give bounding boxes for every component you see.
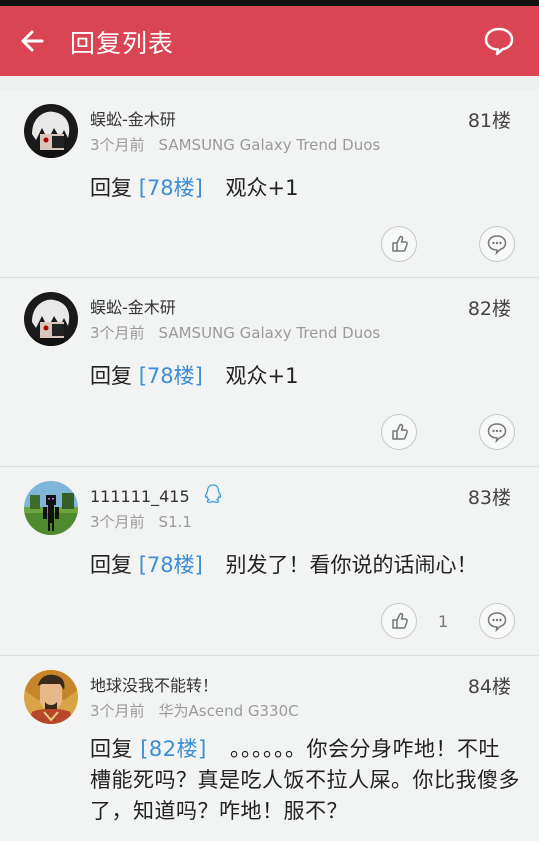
reply-item: 111111_415 83楼 3个月前 S1.1 回复 [78楼] 别发了！看你说…	[0, 467, 539, 656]
page-title: 回复列表	[70, 29, 175, 58]
username[interactable]: 蜈蚣-金木研	[90, 106, 176, 130]
back-arrow-icon[interactable]	[18, 26, 48, 56]
reply-time: 3个月前	[90, 136, 145, 154]
like-count: 1	[438, 612, 449, 631]
reply-meta: 3个月前 SAMSUNG Galaxy Trend Duos	[90, 134, 380, 155]
reply-prefix: 回复	[90, 176, 132, 200]
minecraft-avatar-icon	[24, 481, 78, 535]
thumbs-up-icon	[392, 423, 408, 440]
comment-button[interactable]	[479, 603, 515, 639]
device-name: S1.1	[158, 513, 192, 531]
device-name: SAMSUNG Galaxy Trend Duos	[158, 136, 381, 154]
floor-number: 81楼	[467, 110, 511, 132]
warrior-avatar-icon	[24, 670, 78, 724]
reply-text: 观众+1	[225, 364, 299, 388]
reply-content: 回复 [78楼] 观众+1	[90, 360, 519, 392]
floor-number: 82楼	[467, 298, 511, 320]
reply-reference-link[interactable]: [82楼]	[140, 737, 207, 761]
reply-actions	[381, 414, 515, 450]
reply-item: 蜈蚣-金木研 81楼 3个月前 SAMSUNG Galaxy Trend Duos…	[0, 90, 539, 278]
avatar[interactable]	[24, 670, 78, 724]
reply-content: 回复 [78楼] 观众+1	[90, 172, 519, 204]
reply-reference-link[interactable]: [78楼]	[139, 176, 203, 200]
avatar[interactable]	[24, 481, 78, 535]
reply-text: 观众+1	[225, 176, 299, 200]
reply-meta: 3个月前 华为Ascend G330C	[90, 700, 299, 721]
reply-prefix: 回复	[90, 737, 133, 761]
like-button[interactable]	[381, 603, 417, 639]
reply-actions: 1	[381, 603, 515, 639]
reply-prefix: 回复	[90, 364, 132, 388]
comment-bubble-icon	[487, 423, 507, 444]
reply-meta: 3个月前 SAMSUNG Galaxy Trend Duos	[90, 322, 380, 343]
reply-item: 蜈蚣-金木研 82楼 3个月前 SAMSUNG Galaxy Trend Duos…	[0, 278, 539, 467]
comment-bubble-icon	[487, 235, 507, 256]
avatar[interactable]	[24, 104, 78, 158]
comment-button[interactable]	[479, 414, 515, 450]
reply-list: 蜈蚣-金木研 81楼 3个月前 SAMSUNG Galaxy Trend Duos…	[0, 90, 539, 841]
thumbs-up-icon	[392, 235, 408, 252]
reply-reference-link[interactable]: [78楼]	[139, 553, 203, 577]
reply-actions	[381, 226, 515, 262]
device-name: 华为Ascend G330C	[158, 702, 299, 720]
comment-bubble-icon[interactable]	[483, 26, 515, 56]
reply-text: 别发了！看你说的话闹心！	[225, 553, 478, 577]
username-text: 111111_415	[90, 487, 190, 506]
username[interactable]: 111111_415	[90, 483, 223, 506]
username[interactable]: 地球没我不能转！	[90, 672, 218, 696]
comment-button[interactable]	[479, 226, 515, 262]
reply-prefix: 回复	[90, 553, 132, 577]
like-button[interactable]	[381, 226, 417, 262]
kaneki-avatar-icon	[24, 104, 78, 158]
app-header: 回复列表	[0, 6, 539, 76]
floor-number: 84楼	[467, 676, 511, 698]
avatar[interactable]	[24, 292, 78, 346]
reply-content: 回复 [82楼] 。。。。。。你会分身咋地！不吐槽能死吗？真是吃人饭不拉人屎。你…	[90, 734, 521, 827]
thumbs-up-icon	[392, 612, 408, 629]
reply-meta: 3个月前 S1.1	[90, 511, 192, 532]
kaneki-avatar-icon	[24, 292, 78, 346]
reply-content: 回复 [78楼] 别发了！看你说的话闹心！	[90, 549, 519, 581]
reply-time: 3个月前	[90, 702, 145, 720]
comment-bubble-icon	[487, 612, 507, 633]
reply-reference-link[interactable]: [78楼]	[139, 364, 203, 388]
username[interactable]: 蜈蚣-金木研	[90, 294, 176, 318]
floor-number: 83楼	[467, 487, 511, 509]
device-name: SAMSUNG Galaxy Trend Duos	[158, 324, 381, 342]
reply-item: 地球没我不能转！ 84楼 3个月前 华为Ascend G330C 回复 [82楼]…	[0, 656, 539, 841]
qq-icon	[204, 484, 221, 503]
reply-time: 3个月前	[90, 324, 145, 342]
like-button[interactable]	[381, 414, 417, 450]
reply-time: 3个月前	[90, 513, 145, 531]
